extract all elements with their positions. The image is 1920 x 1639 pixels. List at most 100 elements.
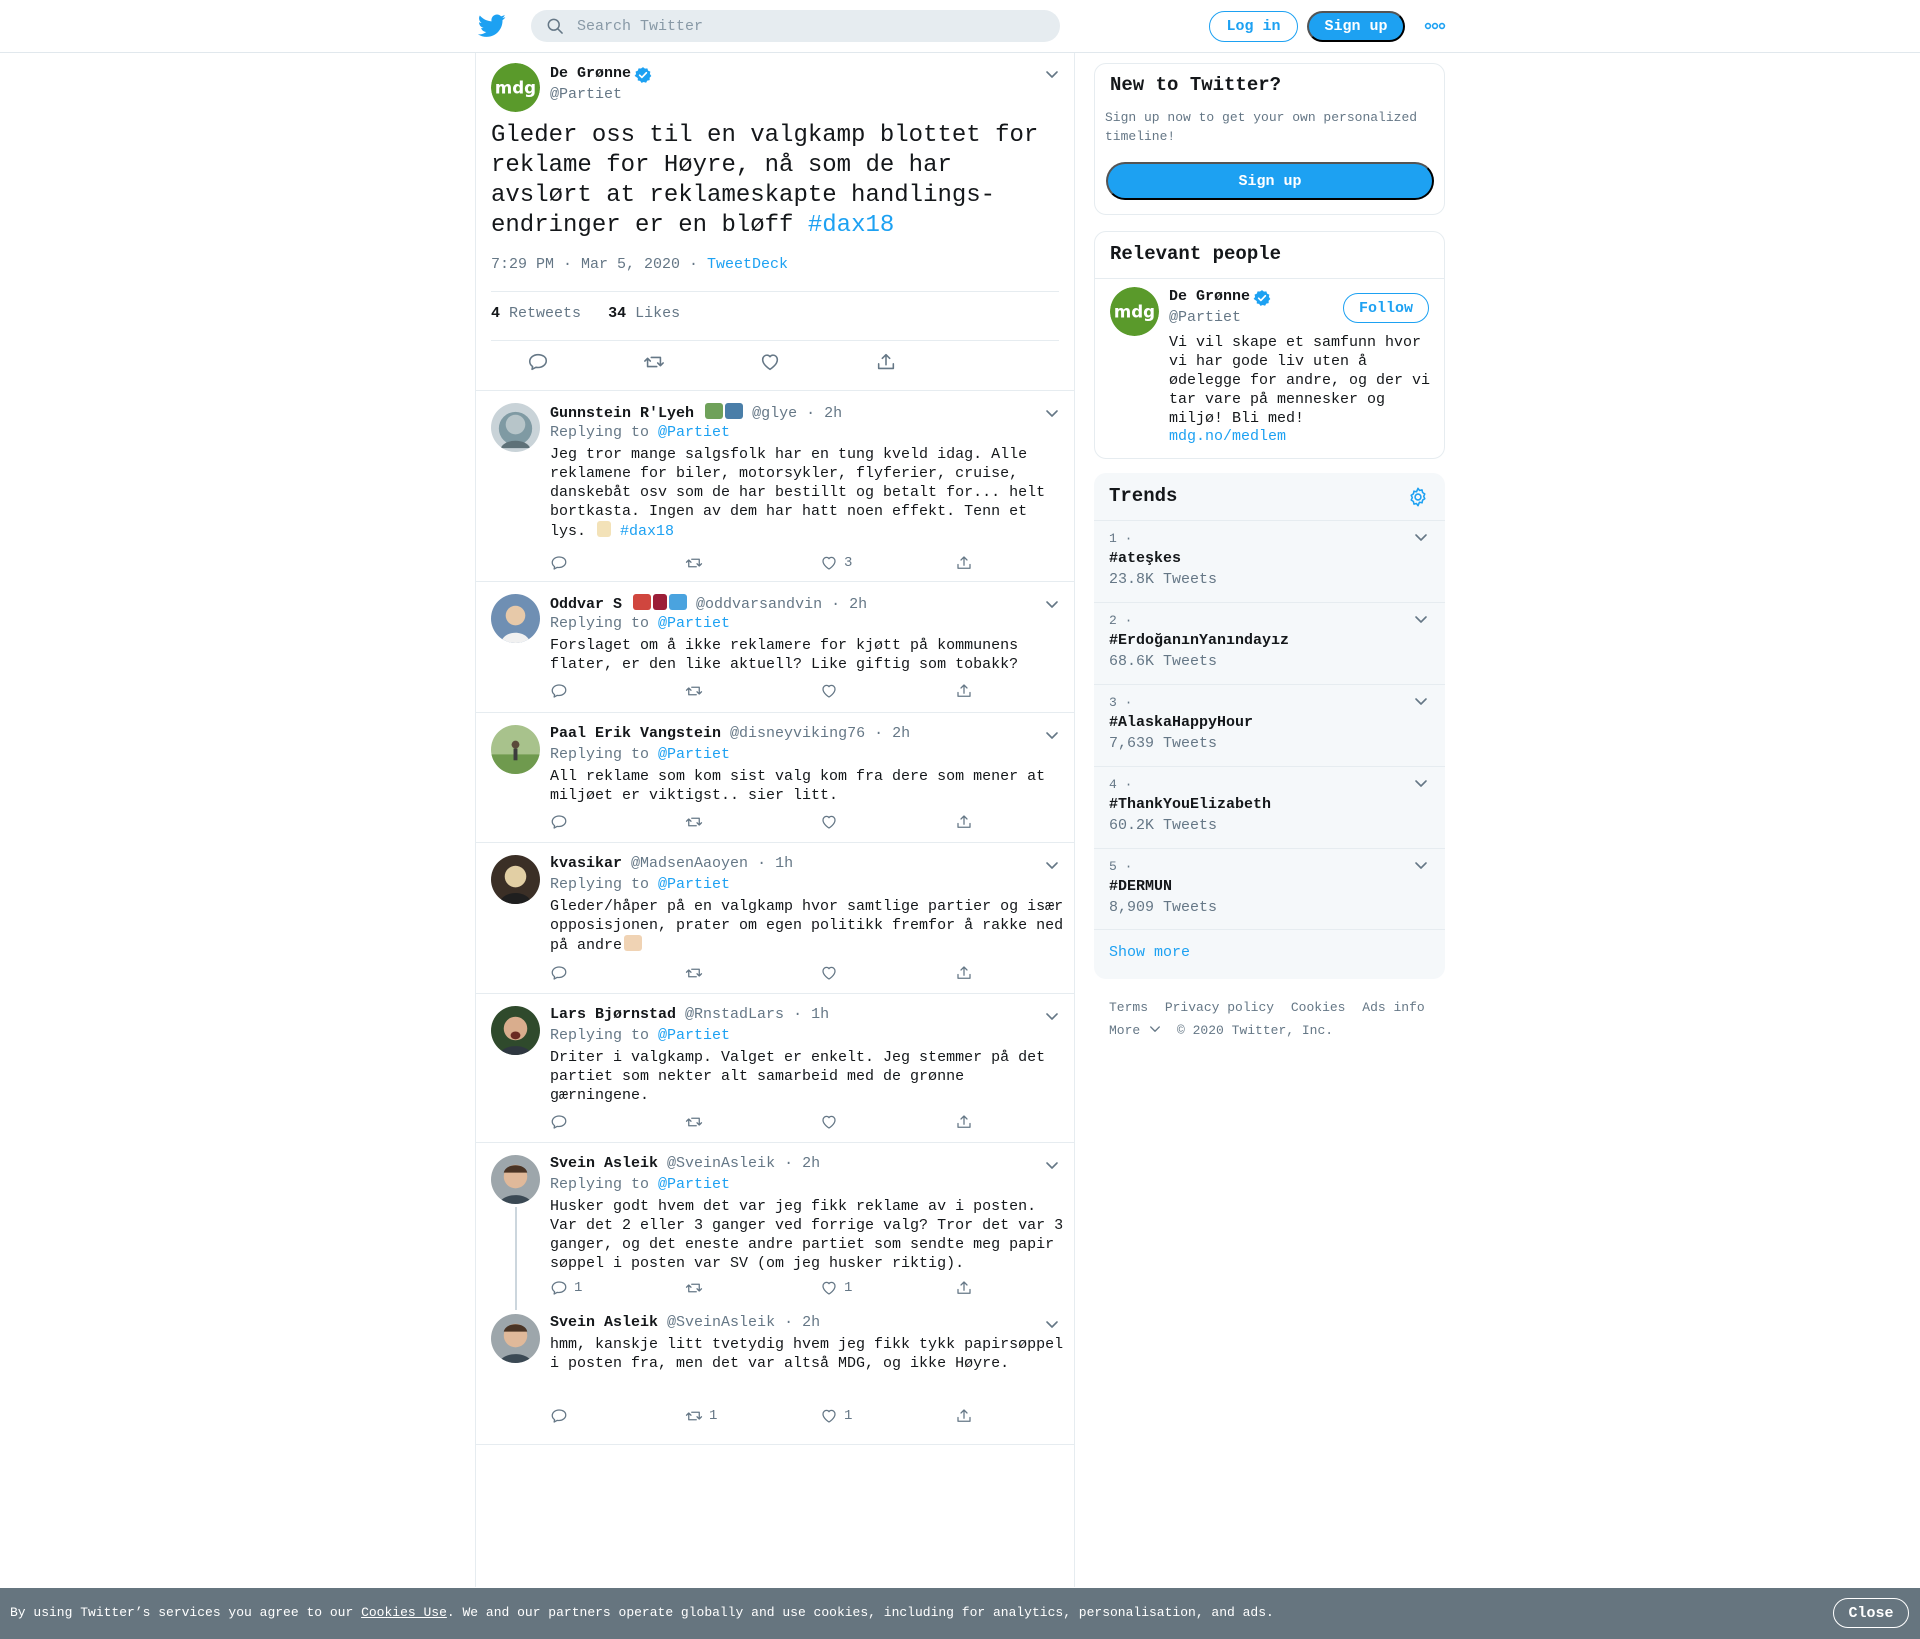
footer-link-cookies[interactable]: Cookies — [1291, 1000, 1346, 1015]
share-action[interactable] — [955, 682, 979, 700]
reply-time[interactable]: · 1h — [748, 855, 793, 872]
avatar[interactable] — [1110, 287, 1159, 336]
share-action[interactable] — [955, 1279, 979, 1297]
chevron-down-icon[interactable] — [1045, 1161, 1059, 1171]
chevron-down-icon[interactable] — [1045, 731, 1059, 741]
trend-item[interactable]: 1 · #ateşkes 23.8K Tweets — [1094, 520, 1445, 602]
reply-tweet[interactable]: Gunnstein R'Lyeh @glye · 2h Replying to … — [476, 391, 1074, 582]
trend-tag[interactable]: #AlaskaHappyHour — [1109, 714, 1253, 731]
author-handle[interactable]: @RnstadLars — [685, 1006, 784, 1023]
reply-time[interactable]: · 2h — [775, 1314, 820, 1331]
footer-link-privacy[interactable]: Privacy policy — [1165, 1000, 1274, 1015]
source-link[interactable]: TweetDeck — [707, 256, 788, 273]
trend-tag[interactable]: #ateşkes — [1109, 550, 1181, 567]
reply-icon[interactable] — [527, 351, 549, 373]
reply-tweet[interactable]: kvasikar @MadsenAaoyen · 1h Replying to … — [476, 843, 1074, 994]
author-handle[interactable]: @SveinAsleik — [667, 1155, 775, 1172]
timestamp[interactable]: 7:29 PM · Mar 5, 2020 · — [491, 256, 707, 273]
person-name[interactable]: De Grønne — [1169, 288, 1250, 305]
author-handle[interactable]: @MadsenAaoyen — [631, 855, 748, 872]
like-action[interactable] — [820, 682, 844, 700]
avatar[interactable] — [491, 855, 540, 904]
reply-action[interactable] — [550, 964, 574, 982]
footer-link-ads-info[interactable]: Ads info — [1362, 1000, 1424, 1015]
author-name[interactable]: Svein Asleik — [550, 1314, 658, 1331]
share-action[interactable] — [955, 1113, 979, 1131]
trend-tag[interactable]: #ThankYouElizabeth — [1109, 796, 1271, 813]
author-name[interactable]: kvasikar — [550, 855, 622, 872]
author-name[interactable]: Gunnstein R'Lyeh — [550, 405, 694, 422]
chevron-down-icon[interactable] — [1045, 409, 1059, 419]
share-action[interactable] — [955, 964, 979, 982]
like-action[interactable] — [820, 813, 844, 831]
signup-button[interactable]: Sign up — [1307, 11, 1405, 42]
follow-button[interactable]: Follow — [1343, 293, 1429, 323]
gear-icon[interactable] — [1407, 486, 1429, 508]
like-action[interactable]: 3 — [820, 554, 852, 572]
reply-time[interactable]: · 2h — [822, 596, 867, 613]
reply-tweet[interactable]: Paal Erik Vangstein @disneyviking76 · 2h… — [476, 713, 1074, 843]
footer-link-terms[interactable]: Terms — [1109, 1000, 1148, 1015]
chevron-down-icon[interactable] — [1414, 615, 1428, 625]
trend-item[interactable]: 3 · #AlaskaHappyHour 7,639 Tweets — [1094, 684, 1445, 766]
more-dots-icon[interactable] — [1424, 19, 1446, 33]
reply-action[interactable]: 1 — [550, 1279, 582, 1297]
author-name[interactable]: Oddvar S — [550, 596, 622, 613]
trend-item[interactable]: 5 · #DERMUN 8,909 Tweets — [1094, 848, 1445, 930]
reply-action[interactable] — [550, 813, 574, 831]
reply-action[interactable] — [550, 554, 574, 572]
retweet-action[interactable] — [685, 813, 709, 831]
mention-link[interactable]: @Partiet — [658, 1176, 730, 1193]
search-box[interactable] — [531, 10, 1060, 42]
author-handle[interactable]: @glye — [752, 405, 797, 422]
reply-tweet[interactable]: Lars Bjørnstad @RnstadLars · 1h Replying… — [476, 994, 1074, 1143]
reply-tweet[interactable]: Svein Asleik @SveinAsleik · 2h hmm, kans… — [476, 1310, 1074, 1445]
likes-count[interactable]: 34 — [608, 305, 626, 322]
share-action[interactable] — [955, 1407, 979, 1425]
chevron-down-icon[interactable] — [1414, 861, 1428, 871]
author-handle[interactable]: @oddvarsandvin — [696, 596, 822, 613]
chevron-down-icon[interactable] — [1045, 861, 1059, 871]
avatar[interactable] — [491, 725, 540, 774]
retweets-label[interactable]: Retweets — [509, 305, 581, 322]
reply-time[interactable]: · 2h — [865, 725, 910, 742]
share-icon[interactable] — [875, 351, 897, 373]
likes-label[interactable]: Likes — [635, 305, 680, 322]
retweet-action[interactable] — [685, 1279, 709, 1297]
retweet-action[interactable] — [685, 554, 709, 572]
share-action[interactable] — [955, 554, 979, 572]
hashtag-link[interactable]: #dax18 — [620, 523, 674, 540]
like-action[interactable]: 1 — [820, 1407, 852, 1425]
avatar[interactable] — [491, 594, 540, 643]
author-name[interactable]: De Grønne — [550, 65, 631, 82]
avatar[interactable] — [491, 1006, 540, 1055]
chevron-down-icon[interactable] — [1045, 1320, 1059, 1330]
author-name[interactable]: Svein Asleik — [550, 1155, 658, 1172]
mention-link[interactable]: @Partiet — [658, 424, 730, 441]
cookies-use-link[interactable]: Cookies Use — [361, 1605, 447, 1620]
retweet-action[interactable] — [685, 964, 709, 982]
bio-link[interactable]: mdg.no/medlem — [1169, 428, 1286, 445]
author-handle[interactable]: @Partiet — [550, 86, 622, 103]
hashtag-link[interactable]: #dax18 — [808, 212, 894, 239]
retweet-action[interactable] — [685, 682, 709, 700]
twitter-bird-icon[interactable] — [478, 14, 506, 38]
avatar[interactable] — [491, 1314, 540, 1363]
like-action[interactable] — [820, 964, 844, 982]
avatar[interactable] — [491, 403, 540, 452]
author-name[interactable]: Lars Bjørnstad — [550, 1006, 676, 1023]
show-more-link[interactable]: Show more — [1109, 944, 1190, 961]
login-button[interactable]: Log in — [1209, 11, 1298, 42]
like-action[interactable] — [820, 1113, 844, 1131]
close-button[interactable]: Close — [1833, 1598, 1909, 1628]
retweet-icon[interactable] — [643, 351, 665, 373]
reply-time[interactable]: · 2h — [797, 405, 842, 422]
trend-item[interactable]: 4 · #ThankYouElizabeth 60.2K Tweets — [1094, 766, 1445, 848]
trend-item[interactable]: 2 · #ErdoğanınYanındayız 68.6K Tweets — [1094, 602, 1445, 684]
footer-more[interactable]: More — [1109, 1023, 1161, 1038]
retweet-action[interactable] — [685, 1113, 709, 1131]
reply-time[interactable]: · 2h — [775, 1155, 820, 1172]
trend-tag[interactable]: #ErdoğanınYanındayız — [1109, 632, 1289, 649]
chevron-down-icon[interactable] — [1045, 1012, 1059, 1022]
mention-link[interactable]: @Partiet — [658, 615, 730, 632]
